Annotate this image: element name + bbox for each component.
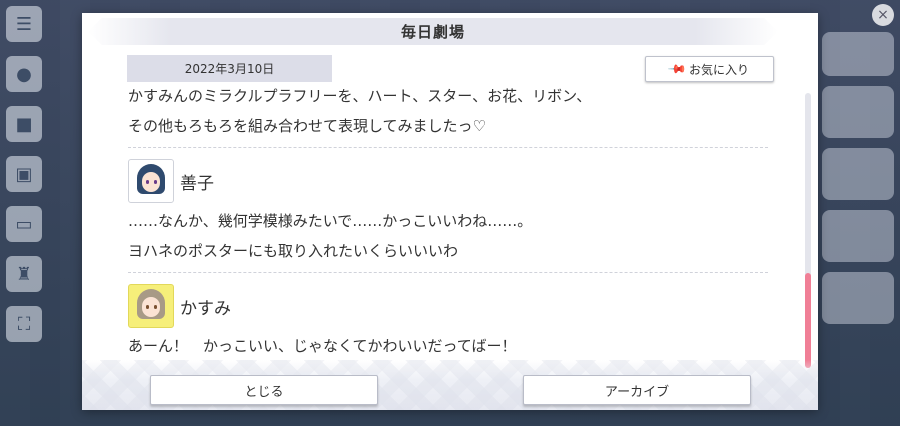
avatar-kasumi (128, 284, 174, 328)
right-tile[interactable] (822, 86, 894, 138)
dialog-title: 毎日劇場 (400, 23, 465, 41)
screen-icon[interactable]: ▭ (6, 206, 42, 242)
right-tile[interactable] (822, 148, 894, 200)
right-side-tiles (822, 6, 894, 334)
scrollbar-track[interactable] (805, 93, 811, 368)
scrollbar-thumb[interactable] (805, 273, 811, 368)
message-line: あーん！ かっこいい、じゃなくてかわいいだってばー！ (128, 337, 517, 355)
speaker-header: かすみ (128, 283, 768, 329)
message-block: かすみ あーん！ かっこいい、じゃなくてかわいいだってばー！ (128, 283, 768, 359)
menu-icon[interactable]: ☰ (6, 6, 42, 42)
close-button[interactable]: とじる (150, 375, 378, 405)
trophy-icon[interactable]: ♜ (6, 256, 42, 292)
gift-icon[interactable]: ▣ (6, 156, 42, 192)
right-tile[interactable] (822, 272, 894, 324)
favorite-button-label: お気に入り (688, 62, 749, 77)
avatar-yoshiko (128, 159, 174, 203)
right-tile[interactable] (822, 210, 894, 262)
speaker-name: 善子 (180, 173, 214, 194)
dialog-title-bar: 毎日劇場 (88, 18, 778, 45)
favorite-button[interactable]: 📌 お気に入り (645, 56, 774, 82)
message-divider (128, 147, 768, 148)
daily-theater-dialog: 毎日劇場 2022年3月10日 📌 お気に入り かすみんのミラクルプラフリーを、… (82, 13, 818, 410)
message-line: かすみんのミラクルプラフリーを、ハート、スター、お花、リボン、 (128, 87, 592, 105)
message-divider (128, 272, 768, 273)
chat-icon[interactable]: ● (6, 56, 42, 92)
fullscreen-icon[interactable]: ⛶ (6, 306, 42, 342)
speaker-name: かすみ (180, 298, 231, 319)
message-list[interactable]: かすみんのミラクルプラフリーを、ハート、スター、お花、リボン、 その他もろもろを… (128, 87, 768, 359)
right-tile[interactable] (822, 32, 894, 76)
message-block: 善子 ……なんか、幾何学模様みたいで……かっこいいわね……。 ヨハネのポスターに… (128, 158, 768, 266)
message-line: ……なんか、幾何学模様みたいで……かっこいいわね……。 (128, 212, 533, 230)
close-icon[interactable]: × (872, 4, 894, 26)
message-line: ヨハネのポスターにも取り入れたいくらいいいわ (128, 242, 459, 260)
message-block: かすみんのミラクルプラフリーを、ハート、スター、お花、リボン、 その他もろもろを… (128, 87, 768, 141)
speaker-header: 善子 (128, 158, 768, 204)
date-label: 2022年3月10日 (127, 55, 332, 82)
left-menu-icons: ☰ ● ■ ▣ ▭ ♜ ⛶ (6, 6, 42, 356)
pin-icon: 📌 (667, 58, 688, 80)
archive-button[interactable]: アーカイブ (523, 375, 751, 405)
event-icon[interactable]: ■ (6, 106, 42, 142)
message-line: その他もろもろを組み合わせて表現してみましたっ♡ (128, 117, 486, 135)
